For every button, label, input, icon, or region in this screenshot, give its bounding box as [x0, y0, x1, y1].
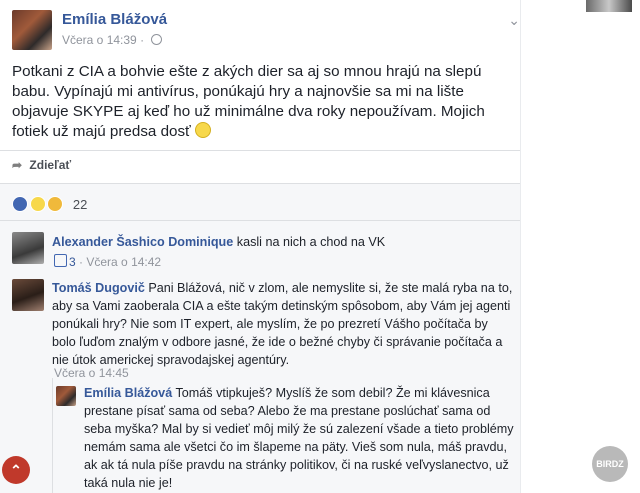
haha-reaction-icon [29, 196, 46, 212]
comment-text: Tomáš vtipkuješ? Myslíš že som debil? Že… [84, 386, 514, 490]
avatar[interactable] [12, 10, 52, 50]
scroll-up-button[interactable]: ⌃ [2, 456, 30, 484]
avatar[interactable] [12, 279, 44, 311]
like-reaction-icon [12, 196, 28, 212]
share-label: Zdieľať [29, 158, 72, 172]
wow-reaction-icon [47, 196, 64, 212]
reply-comment: Emília Blážová Tomáš vtipkuješ? Myslíš ž… [84, 384, 514, 492]
comment: Alexander Šashico Dominique kasli na nic… [52, 233, 512, 251]
comment-meta: 3 · Včera o 14:42 [54, 253, 161, 271]
post-meta: Včera o 14:39 · [62, 33, 163, 47]
comment: Tomáš Dugovič Pani Blážová, nič v zlom, … [52, 279, 514, 369]
comment-meta: Včera o 14:45 [54, 364, 129, 382]
avatar[interactable] [56, 386, 76, 406]
divider [0, 220, 520, 221]
post-text: Potkani z CIA a bohvie ešte z akých dier… [12, 62, 512, 142]
globe-icon [151, 34, 163, 45]
comment-author[interactable]: Tomáš Dugovič [52, 281, 145, 295]
column-border [520, 0, 521, 493]
share-arrow-icon: ➦ [12, 158, 23, 172]
post-header: Emília Blážová Včera o 14:39 · ⌄ [10, 8, 520, 52]
like-icon [54, 254, 67, 267]
reactions-summary[interactable]: 22 [12, 196, 87, 212]
comment-like-count[interactable]: 3 [69, 255, 76, 269]
meta-separator: · [140, 33, 145, 47]
reply-thread-line [52, 378, 53, 493]
watermark-logo: BIRDZ [592, 446, 628, 482]
comment-time[interactable]: Včera o 14:42 [86, 255, 161, 269]
chevron-down-icon[interactable]: ⌄ [508, 12, 520, 29]
chevron-up-icon: ⌃ [10, 462, 22, 478]
share-button[interactable]: ➦ Zdieľať [12, 158, 71, 172]
comment-author[interactable]: Alexander Šashico Dominique [52, 235, 233, 249]
reactions-count: 22 [72, 197, 88, 212]
post-body: Potkani z CIA a bohvie ešte z akých dier… [12, 63, 485, 140]
avatar[interactable] [12, 232, 44, 264]
comment-author[interactable]: Emília Blážová [84, 386, 172, 400]
comment-time[interactable]: Včera o 14:45 [54, 366, 129, 380]
divider [0, 150, 520, 151]
post-author[interactable]: Emília Blážová [62, 11, 167, 28]
smiley-icon [195, 122, 211, 138]
thumbnail-image[interactable] [586, 0, 632, 12]
comment-text: kasli na nich a chod na VK [236, 235, 386, 249]
post-timestamp[interactable]: Včera o 14:39 [62, 33, 137, 47]
